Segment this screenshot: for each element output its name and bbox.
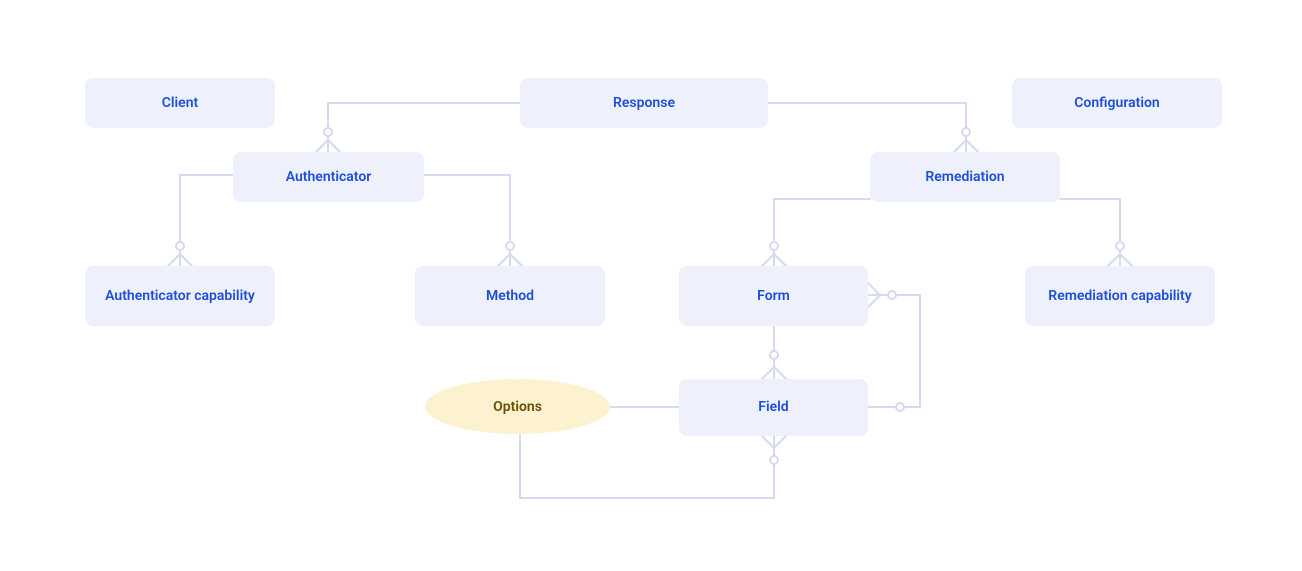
node-response-label: Response bbox=[613, 94, 675, 112]
node-remediation: Remediation bbox=[870, 152, 1060, 202]
diagram-canvas: Client Response Configuration Authentica… bbox=[0, 0, 1302, 571]
node-form: Form bbox=[679, 266, 868, 326]
edge-field-self bbox=[520, 430, 774, 498]
node-remediation-capability-label: Remediation capability bbox=[1048, 287, 1191, 305]
node-authenticator-label: Authenticator bbox=[286, 168, 372, 186]
edge-authenticator-method bbox=[424, 175, 510, 266]
node-remediation-label: Remediation bbox=[925, 168, 1004, 186]
edge-response-authenticator bbox=[328, 103, 520, 152]
edge-remediation-form bbox=[774, 199, 870, 266]
node-options: Options bbox=[425, 379, 610, 434]
node-client: Client bbox=[85, 78, 275, 128]
edge-authenticator-authcap bbox=[180, 175, 233, 266]
node-authenticator: Authenticator bbox=[233, 152, 424, 202]
node-method-label: Method bbox=[486, 287, 534, 305]
edge-response-remediation bbox=[768, 103, 966, 152]
node-client-label: Client bbox=[162, 94, 198, 112]
node-field-label: Field bbox=[758, 398, 788, 416]
node-authenticator-capability: Authenticator capability bbox=[85, 266, 275, 326]
edge-field-form-loop bbox=[868, 295, 920, 407]
node-options-label: Options bbox=[493, 399, 542, 415]
node-response: Response bbox=[520, 78, 768, 128]
node-remediation-capability: Remediation capability bbox=[1025, 266, 1215, 326]
node-configuration-label: Configuration bbox=[1074, 94, 1159, 112]
node-field: Field bbox=[679, 379, 868, 436]
node-method: Method bbox=[415, 266, 605, 326]
edge-remediation-remcap bbox=[1060, 199, 1120, 266]
node-form-label: Form bbox=[757, 287, 790, 305]
node-authenticator-capability-label: Authenticator capability bbox=[105, 287, 255, 305]
node-configuration: Configuration bbox=[1012, 78, 1222, 128]
